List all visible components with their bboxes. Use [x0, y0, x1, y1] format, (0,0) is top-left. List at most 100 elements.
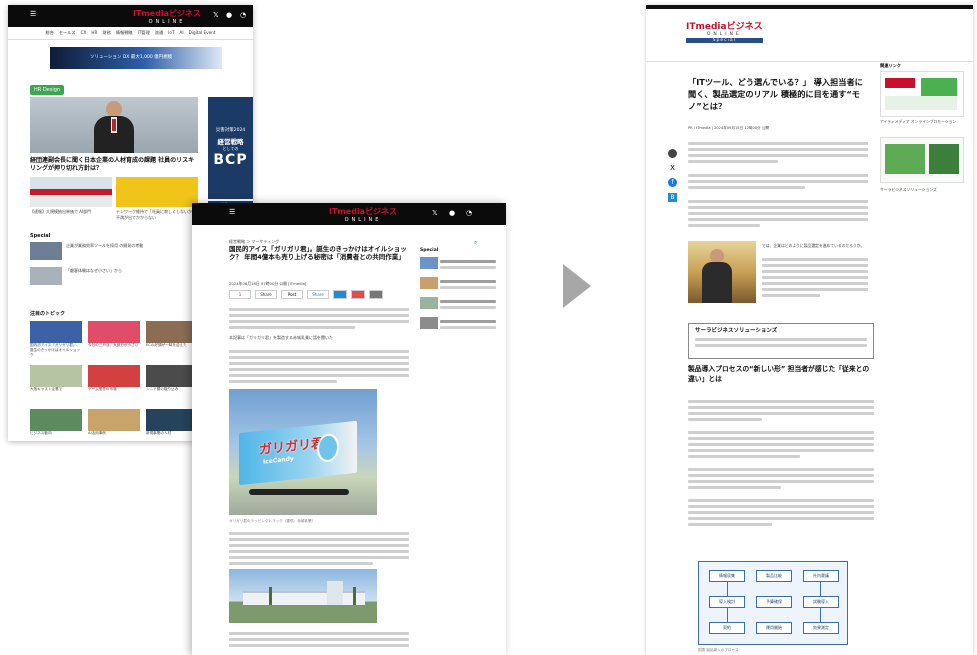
topic-title: AI活用事例: [88, 431, 106, 435]
nav-item[interactable]: 情報戦略: [116, 30, 133, 36]
topic-card[interactable]: シニア層の取り込み: [146, 365, 198, 405]
diagram-box: 情報収集: [709, 570, 745, 582]
related-caption-2[interactable]: サーラビジネスソリューションズ: [880, 187, 964, 192]
section-subhead: 製品導入プロセスの“新しい形” 担当者が感じた「従来との違い」とは: [688, 365, 870, 383]
nav-item[interactable]: IT管理: [138, 30, 150, 36]
topic-card[interactable]: ビジネス動向: [30, 409, 82, 441]
right-share-column: X f B: [668, 149, 677, 202]
card-text-2[interactable]: テレワーク維持で「社員に寂しくしないか」不満が出てかからない: [116, 209, 198, 220]
share-button[interactable]: [333, 290, 347, 299]
hatena-share-icon[interactable]: B: [668, 193, 677, 202]
section-body-lines: [688, 397, 874, 529]
nav-item[interactable]: 総合: [45, 30, 53, 36]
user-icon[interactable]: ◔: [240, 11, 246, 19]
photo-side-text: では、企業はどのように製品選定を進めているのだろうか。: [762, 243, 865, 248]
company-info-box: サーラビジネスソリューションズ: [688, 323, 874, 359]
facebook-share-icon[interactable]: f: [668, 178, 677, 187]
top-ad-banner[interactable]: ソリューション DX 最大1,000 億円規模: [50, 47, 222, 69]
person-figure: [94, 101, 134, 153]
article-body-line: 本記事は「ガリガリ君」を製造する赤城乳業に話を聞いた: [229, 335, 333, 340]
nav-item[interactable]: セールス: [59, 30, 76, 36]
left-category-nav: 総合 セールス CX HR 財務 情報戦略 IT管理 流通 IoT AI Dig…: [8, 27, 253, 40]
nav-item[interactable]: IoT: [168, 30, 174, 36]
search-icon[interactable]: ⌕: [474, 239, 477, 247]
nav-item[interactable]: HR: [91, 30, 97, 36]
nav-item[interactable]: CX: [81, 30, 87, 36]
special-item-1[interactable]: 企業が業務効率ツールを採用 の開発の考動: [66, 243, 196, 249]
topic-title: 国内初アイス「ガリガリ君」、誕生のきっかけはオイルショック: [30, 343, 81, 358]
diagram-box: 社内稟議: [803, 570, 839, 582]
truck-photo[interactable]: ガリガリ君 IceCandy: [229, 389, 377, 515]
diagram-caption: 図表 製品導入のプロセス: [698, 648, 739, 652]
card-photo-1[interactable]: [30, 177, 112, 207]
share-button[interactable]: Share: [255, 290, 277, 299]
topic-thumb: [30, 365, 82, 387]
bookmark-icon[interactable]: [668, 149, 677, 158]
special-item-2[interactable]: 「顧客体験はなぜ小さい」から: [66, 268, 196, 274]
topic-card[interactable]: 大阪キャスト企業で: [30, 365, 82, 405]
nav-item[interactable]: 財務: [102, 30, 110, 36]
nav-item[interactable]: AI: [180, 30, 184, 36]
topic-card[interactable]: 今日の三戸自、大部分が小さい: [88, 321, 140, 361]
share-button[interactable]: [369, 290, 383, 299]
middle-article-panel: ☰ ITmediaビジネス ONLINE 𝕏 ● ◔ 経営戦略 ＞ マーケティン…: [192, 203, 506, 655]
photo-caption: ガリガリ君のラッピングトラック（提供：赤城乳業）: [229, 519, 316, 523]
nav-item[interactable]: 流通: [155, 30, 163, 36]
company-box-title[interactable]: サーラビジネスソリューションズ: [695, 328, 867, 335]
factory-photo[interactable]: [229, 569, 377, 623]
menu-icon[interactable]: ☰: [229, 208, 235, 216]
card-photo-2[interactable]: [116, 177, 198, 207]
topic-card[interactable]: AI活用事例: [88, 409, 140, 441]
sidebar-item[interactable]: [420, 297, 496, 312]
middle-brand-logo[interactable]: ITmediaビジネス ONLINE: [329, 206, 397, 223]
topic-card[interactable]: 国内初アイス「ガリガリ君」、誕生のきっかけはオイルショック: [30, 321, 82, 361]
user-icon[interactable]: ◔: [466, 209, 472, 217]
related-links-label: 関連リンク: [880, 63, 901, 68]
special-bcp-banner[interactable]: 災害対策2024 経営戦略 としての BCP: [208, 97, 253, 199]
left-brand-logo[interactable]: ITmediaビジネス ONLINE: [133, 8, 201, 25]
right-brand-logo[interactable]: ITmediaビジネス ONLINE Special: [686, 19, 763, 43]
screenshot-stage: ☰ ITmediaビジネス ONLINE 𝕏 ● ◔ 総合 セールス CX HR…: [0, 0, 977, 655]
share-button[interactable]: [351, 290, 365, 299]
related-banner-1[interactable]: [880, 71, 964, 117]
topic-card[interactable]: 新規事業の人材: [146, 409, 198, 441]
sidebar-item[interactable]: [420, 317, 496, 332]
special-thumb-2[interactable]: [30, 267, 62, 285]
topic-thumb: [88, 365, 140, 387]
topic-title: シニア層の取り込み: [146, 387, 179, 391]
sidebar-item[interactable]: [420, 277, 496, 292]
hero-photo[interactable]: [30, 97, 198, 153]
process-diagram[interactable]: 情報収集 製品比較 社内稟議 導入検討 予算確保 試験導入 契約 運用開始 効果…: [698, 561, 848, 645]
special-thumb-1[interactable]: [30, 242, 62, 260]
topic-card[interactable]: ゲーム業界の市場: [88, 365, 140, 405]
menu-icon[interactable]: ☰: [30, 10, 36, 18]
article-body-lines-2: [229, 529, 409, 568]
topic-thumb: [30, 321, 82, 343]
nav-item[interactable]: Digital Event: [189, 30, 216, 36]
diagram-box: 製品比較: [756, 570, 792, 582]
topic-card[interactable]: ECの好調が一時を迎えた: [146, 321, 198, 361]
card-text-1[interactable]: 【速報】大規模抽出単価で AI部門: [30, 209, 112, 215]
breadcrumb[interactable]: 経営戦略 ＞ マーケティング: [229, 239, 279, 245]
share-button[interactable]: Share: [307, 290, 329, 299]
truck-wheels: [249, 489, 349, 495]
hr-design-badge[interactable]: HR Design: [30, 85, 65, 95]
hero-headline[interactable]: 経団連副会長に聞く日本企業の人材育成の課題 社員のリスキリングが押り切れ方針は？: [30, 157, 198, 173]
sidebar-title: Special: [420, 248, 439, 253]
sidebar-item[interactable]: [420, 257, 496, 272]
related-banner-2[interactable]: [880, 137, 964, 183]
diagram-box: 導入検討: [709, 596, 745, 608]
facebook-icon[interactable]: ●: [449, 209, 455, 217]
share-button[interactable]: 1: [229, 290, 251, 299]
facebook-icon[interactable]: ●: [226, 11, 232, 19]
interviewee-photo[interactable]: [688, 241, 756, 303]
diagram-connector: [727, 582, 821, 596]
x-share-icon[interactable]: X: [670, 164, 675, 172]
x-icon[interactable]: 𝕏: [432, 209, 438, 217]
topic-thumb: [146, 321, 198, 343]
x-icon[interactable]: 𝕏: [213, 11, 219, 19]
right-article-headline: 「ITツール、どう選んでいる？」 導入担当者に聞く、製品選定のリアル 積極的に目…: [688, 77, 863, 111]
related-caption-1[interactable]: アイティメディア オンラインプロモーション: [880, 119, 964, 124]
share-button[interactable]: Post: [281, 290, 303, 299]
special-section-label: Special: [30, 233, 51, 239]
